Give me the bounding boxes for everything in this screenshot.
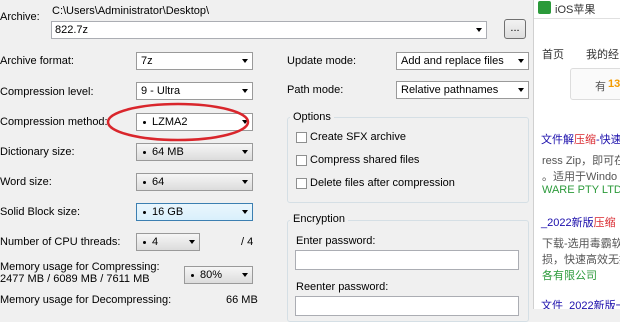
memory-compress-label: Memory usage for Compressing: [0, 261, 160, 273]
memory-percent-select[interactable]: 80% [184, 266, 253, 284]
divider [534, 18, 620, 19]
path-mode-label: Path mode: [287, 84, 344, 96]
bullet-icon [143, 150, 146, 154]
chevron-down-icon [518, 88, 524, 92]
nav-my[interactable]: 我的经 [586, 46, 619, 62]
compression-level-select[interactable]: 9 - Ultra [136, 82, 253, 100]
word-size-label: Word size: [0, 176, 52, 188]
memory-percent-value: 80% [200, 269, 223, 281]
delete-after-checkbox[interactable] [296, 178, 307, 189]
chevron-down-icon [518, 59, 524, 63]
delete-after-label: Delete files after compression [310, 177, 455, 189]
path-mode-value: Relative pathnames [401, 84, 499, 96]
update-mode-label: Update mode: [287, 55, 357, 67]
memory-decompress-value: 66 MB [226, 294, 258, 306]
chevron-down-icon [189, 240, 195, 244]
archive-name-combo[interactable]: 822.7z [51, 21, 487, 39]
cpu-threads-select[interactable]: 4 [136, 233, 200, 251]
dictionary-size-label: Dictionary size: [0, 146, 75, 158]
cpu-threads-value: 4 [152, 236, 159, 248]
word-size-value: 64 [152, 176, 165, 188]
browser-tab-title[interactable]: iOS苹果 [555, 1, 595, 17]
chevron-down-icon [242, 150, 248, 154]
chevron-down-icon [242, 273, 248, 277]
options-title: Options [290, 111, 334, 123]
annotation-ellipse [106, 102, 250, 142]
chevron-down-icon [242, 210, 248, 214]
update-mode-value: Add and replace files [401, 55, 504, 67]
word-size-select[interactable]: 64 [136, 173, 253, 191]
update-mode-select[interactable]: Add and replace files [396, 52, 529, 70]
badge-number: 13 [608, 78, 620, 90]
reenter-password-input[interactable] [295, 296, 519, 316]
result-3-title[interactable]: 文件_2022新版一 [541, 297, 620, 309]
solid-block-size-select[interactable]: 16 GB [136, 203, 253, 221]
browser-pane: iOS苹果 首页 我的经 有 13 文件解压缩-快速 ress Zip，即可在 … [533, 0, 620, 309]
archive-format-label: Archive format: [0, 55, 74, 67]
cpu-threads-max: / 4 [241, 236, 254, 248]
bullet-icon [143, 180, 146, 184]
result-1-title[interactable]: 文件解压缩-快速 [541, 131, 620, 147]
create-sfx-checkbox[interactable] [296, 132, 307, 143]
result-2-title[interactable]: _2022新版压缩 [541, 214, 616, 230]
result-2-source: 各有限公司 [542, 270, 597, 282]
bullet-icon [191, 273, 194, 277]
enter-password-label: Enter password: [296, 235, 376, 247]
solid-block-size-value: 16 GB [152, 206, 184, 218]
result-2-line-3: 损，快速高效无损 [542, 254, 620, 266]
result-1-line-2: ress Zip，即可在 [542, 155, 620, 167]
result-1-line-3: 。适用于Windo [542, 171, 618, 183]
compression-level-value: 9 - Ultra [141, 85, 181, 97]
bullet-icon [143, 240, 146, 244]
chevron-down-icon [242, 59, 248, 63]
path-mode-select[interactable]: Relative pathnames [396, 81, 529, 99]
create-sfx-label: Create SFX archive [310, 131, 406, 143]
cpu-threads-label: Number of CPU threads: [0, 236, 121, 248]
encryption-title: Encryption [290, 213, 348, 225]
bullet-icon [143, 210, 146, 214]
compress-shared-checkbox[interactable] [296, 155, 307, 166]
chevron-down-icon [242, 89, 248, 93]
reenter-password-label: Reenter password: [296, 281, 389, 293]
site-logo-icon [538, 1, 551, 14]
nav-home[interactable]: 首页 [542, 46, 564, 62]
archive-format-select[interactable]: 7z [136, 52, 253, 70]
archive-label: Archive: [0, 11, 40, 23]
archive-name-value: 822.7z [55, 24, 89, 36]
memory-decompress-label: Memory usage for Decompressing: [0, 294, 172, 306]
archive-format-value: 7z [141, 55, 153, 67]
chevron-down-icon [476, 28, 482, 32]
enter-password-input[interactable] [295, 250, 519, 270]
dictionary-size-value: 64 MB [152, 146, 184, 158]
compression-method-label: Compression method: [0, 116, 108, 128]
compression-level-label: Compression level: [0, 86, 94, 98]
badge-prefix: 有 [595, 81, 606, 93]
badge-box: 有 13 [570, 68, 620, 100]
browse-button[interactable]: ... [504, 19, 526, 39]
archive-path: C:\Users\Administrator\Desktop\ [52, 5, 210, 17]
result-1-source: WARE PTY LTD [542, 184, 620, 196]
compress-shared-label: Compress shared files [310, 154, 420, 166]
result-2-line-2: 下载-选用毒霸软管 [542, 238, 620, 250]
solid-block-size-label: Solid Block size: [0, 206, 81, 218]
memory-compress-values: 2477 MB / 6089 MB / 7611 MB [0, 273, 150, 285]
chevron-down-icon [242, 180, 248, 184]
